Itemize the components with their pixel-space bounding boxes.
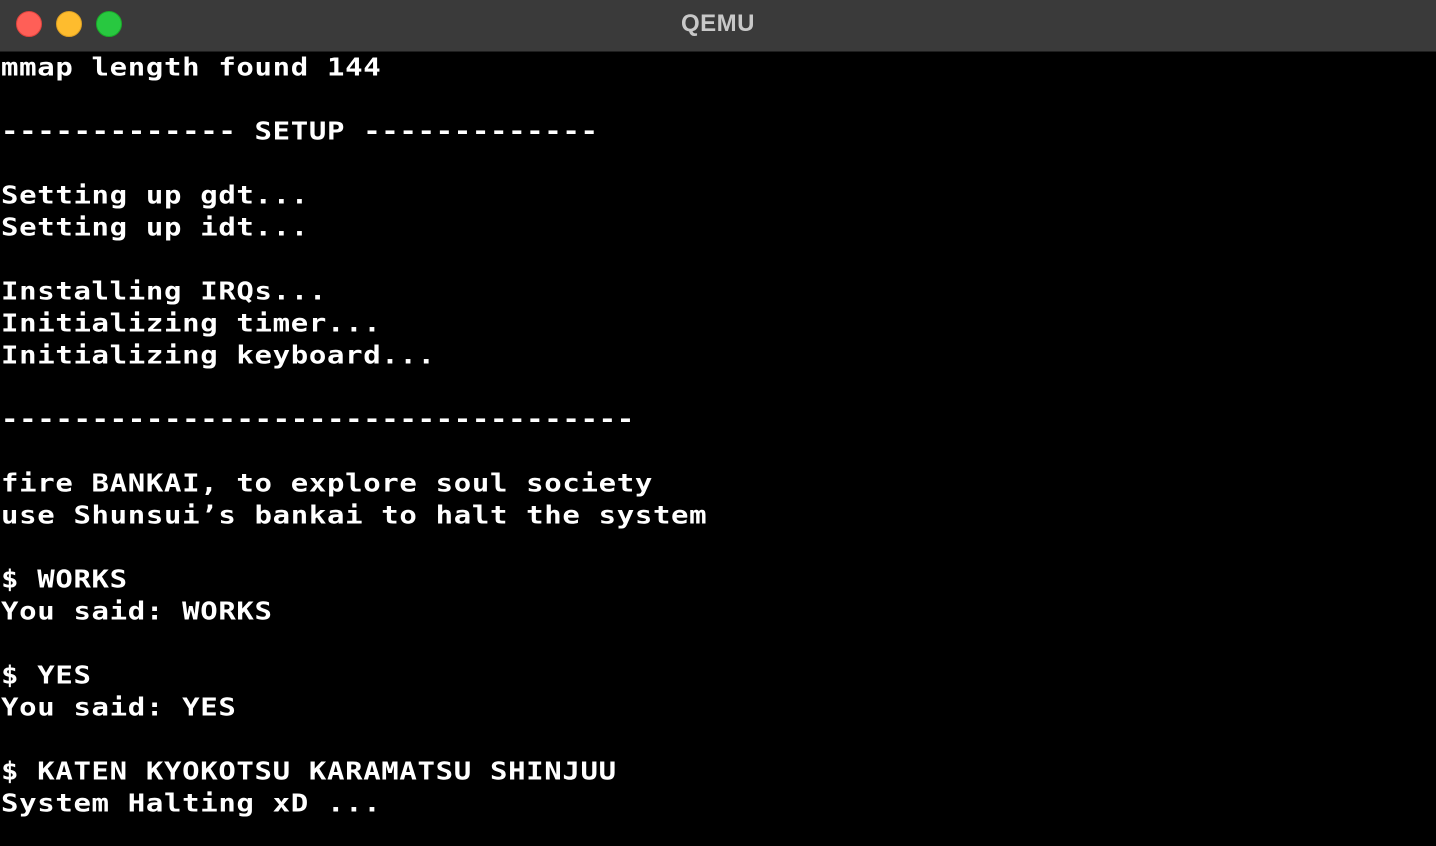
terminal-line: You said: YES xyxy=(1,692,237,722)
terminal-line: $ WORKS xyxy=(1,564,128,594)
terminal-line: Setting up idt... xyxy=(1,212,309,242)
terminal-screen[interactable]: mmap length found 144 ------------- SETU… xyxy=(0,52,1436,846)
terminal-line: use Shunsui’s bankai to halt the system xyxy=(1,500,708,530)
terminal-line: fire BANKAI, to explore soul society xyxy=(1,468,653,498)
terminal-line: You said: WORKS xyxy=(1,596,273,626)
title-bar[interactable]: QEMU xyxy=(0,0,1436,52)
terminal-line: mmap length found 144 xyxy=(1,52,382,82)
terminal-line: ----------------------------------- xyxy=(1,404,635,434)
terminal-line: $ YES xyxy=(1,660,92,690)
terminal-output: mmap length found 144 ------------- SETU… xyxy=(0,52,1436,819)
window-title: QEMU xyxy=(681,10,755,37)
terminal-line: $ KATEN KYOKOTSU KARAMATSU SHINJUU xyxy=(1,756,617,786)
terminal-line: ------------- SETUP ------------- xyxy=(1,116,599,146)
qemu-window: QEMU mmap length found 144 -------------… xyxy=(0,0,1436,846)
terminal-line: Setting up gdt... xyxy=(1,180,309,210)
terminal-line: Initializing timer... xyxy=(1,308,382,338)
terminal-line: Installing IRQs... xyxy=(1,276,327,306)
terminal-line: Initializing keyboard... xyxy=(1,340,436,370)
terminal-line: System Halting xD ... xyxy=(1,788,382,818)
